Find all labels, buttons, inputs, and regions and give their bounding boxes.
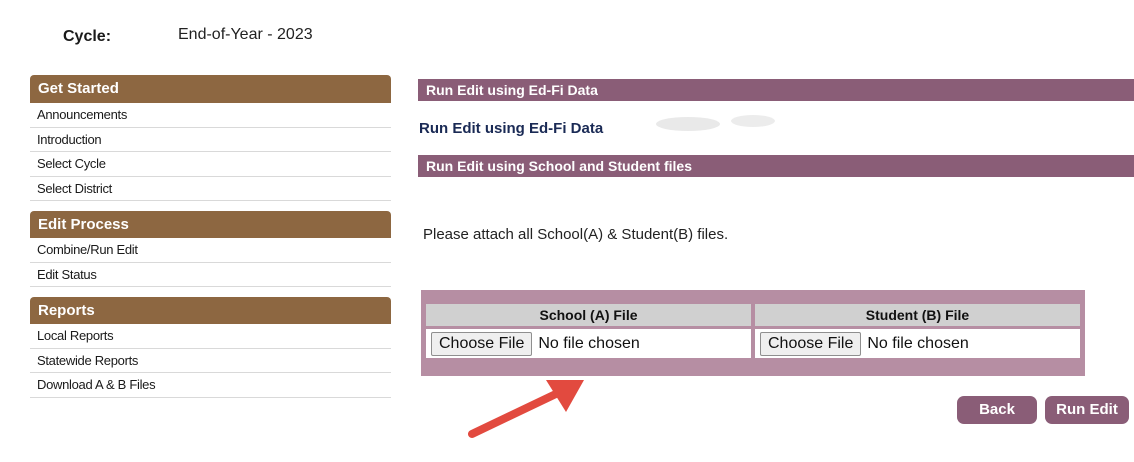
- sidebar-item-statewide-reports[interactable]: Statewide Reports: [30, 349, 391, 373]
- arrow-annotation-icon: [468, 380, 584, 438]
- sidebar-section-edit-process: Edit Process Combine/Run Edit Edit Statu…: [30, 211, 391, 287]
- sidebar-section-reports: Reports Local Reports Statewide Reports …: [30, 297, 391, 398]
- sidebar-item-local-reports[interactable]: Local Reports: [30, 324, 391, 349]
- sidebar-header-edit-process: Edit Process: [30, 211, 391, 238]
- student-file-status: No file chosen: [867, 334, 969, 352]
- student-file-column: Student (B) File Choose File No file cho…: [755, 304, 1080, 358]
- sidebar-item-select-cycle[interactable]: Select Cycle: [30, 152, 391, 177]
- redacted-text: [656, 115, 775, 131]
- sidebar: Get Started Announcements Introduction S…: [30, 75, 391, 408]
- back-button[interactable]: Back: [957, 396, 1037, 424]
- sidebar-item-select-district[interactable]: Select District: [30, 177, 391, 201]
- student-file-input[interactable]: Choose File No file chosen: [755, 329, 1080, 358]
- main-panel: Run Edit using Ed-Fi Data Run Edit using…: [418, 79, 1134, 177]
- run-edit-button[interactable]: Run Edit: [1045, 396, 1129, 424]
- edfi-section-bar: Run Edit using Ed-Fi Data: [418, 79, 1134, 101]
- files-section-bar: Run Edit using School and Student files: [418, 155, 1134, 177]
- school-file-status: No file chosen: [538, 334, 640, 352]
- sidebar-header-get-started: Get Started: [30, 75, 391, 103]
- sidebar-item-introduction[interactable]: Introduction: [30, 128, 391, 152]
- cycle-label: Cycle:: [63, 28, 112, 45]
- sidebar-item-combine-run-edit[interactable]: Combine/Run Edit: [30, 238, 391, 263]
- cycle-bar: Cycle: End-of-Year - 2023: [0, 6, 1134, 52]
- sidebar-header-reports: Reports: [30, 297, 391, 324]
- school-choose-file-button[interactable]: Choose File: [431, 331, 533, 356]
- instructions-text: Please attach all School(A) & Student(B)…: [423, 226, 729, 243]
- upload-table: School (A) File Choose File No file chos…: [426, 304, 1080, 358]
- sidebar-item-download-ab-files[interactable]: Download A & B Files: [30, 373, 391, 398]
- sidebar-item-edit-status[interactable]: Edit Status: [30, 263, 391, 287]
- student-file-header: Student (B) File: [755, 304, 1080, 326]
- cycle-value: End-of-Year - 2023: [178, 26, 313, 43]
- school-file-header: School (A) File: [426, 304, 751, 326]
- student-choose-file-button[interactable]: Choose File: [760, 331, 862, 356]
- sidebar-section-get-started: Get Started Announcements Introduction S…: [30, 75, 391, 201]
- school-file-input[interactable]: Choose File No file chosen: [426, 329, 751, 358]
- sidebar-item-announcements[interactable]: Announcements: [30, 103, 391, 128]
- school-file-column: School (A) File Choose File No file chos…: [426, 304, 751, 358]
- upload-panel: School (A) File Choose File No file chos…: [421, 290, 1085, 376]
